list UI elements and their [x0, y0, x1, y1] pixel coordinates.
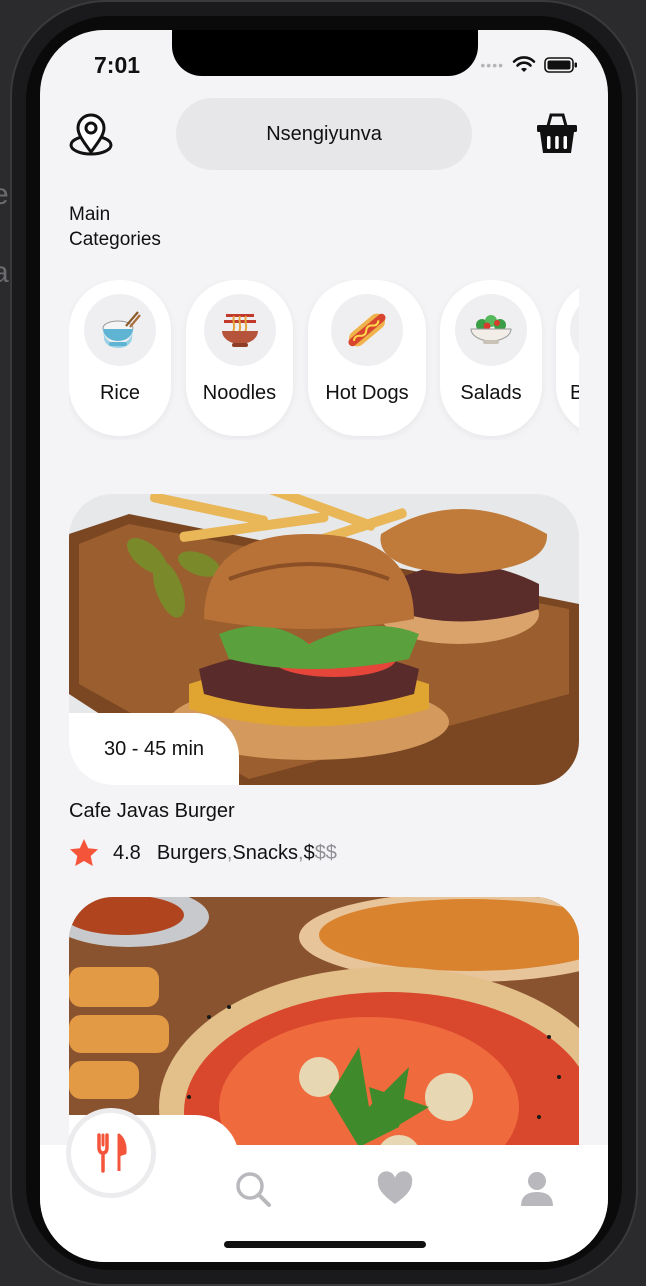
restaurant-meta: 4.8 Burgers, Snacks, $ $$ — [69, 838, 337, 868]
category-label: Noodles — [202, 382, 277, 404]
tab-restaurants[interactable] — [66, 1108, 156, 1198]
salad-icon — [455, 294, 527, 366]
category-partial[interactable]: B — [556, 280, 579, 436]
app-screen: 7:01 •••• Nsengiyunva Main Categories Ri… — [40, 30, 608, 1262]
signal-icon: •••• — [480, 57, 504, 73]
hot-dog-icon — [331, 294, 403, 366]
notch — [172, 30, 478, 76]
delivery-time: 30 - 45 min — [103, 737, 205, 760]
tag-burgers: Burgers — [156, 841, 227, 864]
status-icons: •••• — [480, 56, 578, 74]
partial-category-icon — [570, 294, 579, 366]
noodles-icon — [203, 294, 276, 366]
category-label: Salads — [460, 382, 522, 404]
price-active: $ — [303, 841, 315, 864]
category-rice[interactable]: Rice — [69, 280, 171, 436]
restaurant-name[interactable]: Cafe Javas Burger — [69, 800, 235, 823]
category-salads[interactable]: Salads — [440, 280, 542, 436]
star-icon — [70, 839, 98, 866]
price-inactive: $$ — [314, 841, 337, 864]
tag-snacks: Snacks — [232, 841, 298, 864]
status-time: 7:01 — [94, 52, 141, 78]
profile-tab-icon[interactable] — [518, 1170, 556, 1208]
rating-value: 4.8 — [113, 841, 141, 864]
favorites-tab-icon[interactable] — [376, 1170, 414, 1208]
categories-title-text: Main Categories — [69, 204, 161, 250]
category-noodles[interactable]: Noodles — [186, 280, 293, 436]
rice-bowl-icon — [84, 294, 156, 366]
delivery-time-badge: 30 - 45 min — [69, 713, 239, 785]
category-label: B — [570, 382, 579, 404]
basket-icon[interactable] — [534, 110, 580, 156]
home-indicator — [224, 1241, 426, 1248]
search-tab-icon[interactable] — [234, 1170, 272, 1208]
battery-icon — [544, 57, 577, 73]
restaurant-card-image[interactable]: 30 - 45 min — [69, 494, 579, 785]
category-list[interactable]: Rice Noodles Hot Dogs Salads B — [69, 280, 579, 440]
user-name-pill[interactable]: Nsengiyunva — [176, 98, 472, 170]
category-hot-dogs[interactable]: Hot Dogs — [308, 280, 426, 436]
restaurants-tab-icon — [97, 1133, 127, 1173]
categories-title: Main Categories — [69, 202, 189, 252]
category-label: Hot Dogs — [325, 382, 409, 404]
user-name: Nsengiyunva — [266, 122, 382, 145]
location-pin-icon[interactable] — [68, 112, 114, 158]
wifi-icon — [512, 56, 536, 72]
background-text-2: a — [0, 256, 9, 289]
category-label: Rice — [99, 382, 140, 404]
